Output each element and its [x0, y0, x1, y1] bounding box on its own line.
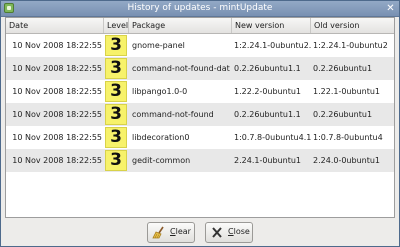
row-new-version: 1:0.7.8-0ubuntu4.1 — [234, 133, 312, 142]
window-close-icon[interactable]: ✕ — [385, 3, 396, 14]
row-old-version: 2.24.0-0ubuntu1 — [313, 156, 381, 165]
row-date: 10 Nov 2008 18:22:55 — [12, 87, 102, 96]
clear-button-label: lear — [175, 227, 191, 236]
title-bar[interactable]: History of updates - mintUpdate ✕ — [1, 1, 399, 17]
broom-icon — [152, 226, 164, 239]
table-header: Date Level Package New version Old versi… — [6, 18, 394, 34]
row-date: 10 Nov 2008 18:22:55 — [12, 110, 102, 119]
row-new-version: 0.2.26ubuntu1.1 — [234, 64, 301, 73]
column-header-old-version[interactable]: Old version — [311, 18, 394, 33]
close-button[interactable]: Close — [205, 222, 253, 243]
row-old-version: 1:2.24.1-0ubuntu2 — [313, 41, 388, 50]
row-old-version: 0.2.26ubuntu1 — [313, 64, 373, 73]
row-old-version: 0.2.26ubuntu1 — [313, 110, 373, 119]
row-level: 3 — [104, 149, 128, 172]
row-date: 10 Nov 2008 18:22:55 — [12, 64, 102, 73]
row-package: libdecoration0 — [132, 133, 190, 142]
row-new-version: 2.24.1-0ubuntu1 — [234, 156, 302, 165]
column-header-new-version[interactable]: New version — [232, 18, 311, 33]
row-package: gnome-panel — [132, 41, 185, 50]
column-header-level[interactable]: Level — [104, 18, 129, 33]
row-level: 3 — [104, 80, 128, 103]
row-level: 3 — [104, 126, 128, 149]
column-header-package[interactable]: Package — [129, 18, 232, 33]
row-new-version: 1:2.24.1-0ubuntu2.1 — [234, 41, 312, 50]
history-window: History of updates - mintUpdate ✕ Date L… — [0, 0, 400, 247]
updates-table[interactable]: Date Level Package New version Old versi… — [5, 17, 395, 218]
row-date: 10 Nov 2008 18:22:55 — [12, 156, 102, 165]
close-x-icon — [212, 227, 222, 238]
level-badge: 3 — [105, 58, 127, 79]
row-old-version: 1.22.1-0ubuntu1 — [313, 87, 381, 96]
row-package: gedit-common — [132, 156, 191, 165]
row-level: 3 — [104, 57, 128, 80]
column-header-date[interactable]: Date — [6, 18, 104, 33]
level-badge: 3 — [105, 127, 127, 148]
level-badge: 3 — [105, 150, 127, 171]
row-date: 10 Nov 2008 18:22:55 — [12, 133, 102, 142]
row-package: command-not-found-data — [132, 64, 230, 73]
table-row[interactable]: 10 Nov 2008 18:22:55 3 libpango1.0-0 1.2… — [6, 80, 394, 103]
table-row[interactable]: 10 Nov 2008 18:22:55 3 gedit-common 2.24… — [6, 149, 394, 172]
table-row[interactable]: 10 Nov 2008 18:22:55 3 gnome-panel 1:2.2… — [6, 34, 394, 57]
window-title: History of updates - mintUpdate — [127, 3, 273, 13]
row-new-version: 1.22.2-0ubuntu1 — [234, 87, 302, 96]
row-old-version: 1:0.7.8-0ubuntu4 — [313, 133, 383, 142]
clear-button[interactable]: Clear — [147, 222, 195, 243]
level-badge: 3 — [105, 104, 127, 125]
row-package: libpango1.0-0 — [132, 87, 188, 96]
row-package: command-not-found — [132, 110, 214, 119]
level-badge: 3 — [105, 81, 127, 102]
table-row[interactable]: 10 Nov 2008 18:22:55 3 command-not-found… — [6, 103, 394, 126]
table-row[interactable]: 10 Nov 2008 18:22:55 3 libdecoration0 1:… — [6, 126, 394, 149]
table-row[interactable]: 10 Nov 2008 18:22:55 3 command-not-found… — [6, 57, 394, 80]
level-badge: 3 — [105, 35, 127, 56]
row-level: 3 — [104, 34, 128, 57]
row-level: 3 — [104, 103, 128, 126]
row-new-version: 0.2.26ubuntu1.1 — [234, 110, 301, 119]
row-date: 10 Nov 2008 18:22:55 — [12, 41, 102, 50]
close-button-label: lose — [233, 227, 250, 236]
